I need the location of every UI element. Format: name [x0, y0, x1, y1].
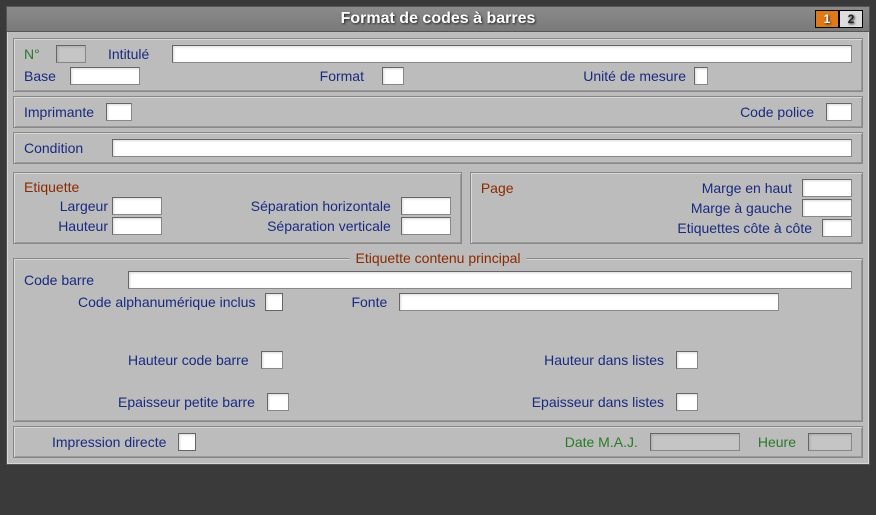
section-contenu: Etiquette contenu principal Code barre C… [13, 258, 863, 422]
marge-haut-label: Marge en haut [702, 180, 792, 196]
alpha-checkbox[interactable] [265, 293, 283, 311]
epaisseur-listes-field[interactable] [676, 393, 698, 411]
sep-h-field[interactable] [401, 197, 451, 215]
section-printer: Imprimante Code police [13, 96, 863, 128]
unite-field[interactable] [694, 67, 708, 85]
section-condition: Condition [13, 132, 863, 164]
section-etiquette: Etiquette Largeur Séparation horizontale… [13, 172, 462, 244]
etiquette-heading: Etiquette [24, 179, 451, 195]
marge-gauche-field[interactable] [802, 199, 852, 217]
marge-gauche-label: Marge à gauche [691, 200, 792, 216]
condition-label: Condition [24, 140, 108, 156]
titlebar: Format de codes à barres 1 2 [7, 7, 869, 32]
window: Format de codes à barres 1 2 N° Intitulé… [6, 6, 870, 465]
alpha-label: Code alphanumérique inclus [78, 294, 255, 310]
page-heading: Page [481, 180, 541, 196]
format-field[interactable] [382, 67, 404, 85]
numero-field[interactable] [56, 45, 86, 63]
marge-haut-field[interactable] [802, 179, 852, 197]
code-police-label: Code police [740, 104, 814, 120]
code-barre-label: Code barre [24, 272, 124, 288]
section-page: Page Marge en haut Marge à gauche Etique… [470, 172, 863, 244]
code-police-field[interactable] [826, 103, 852, 121]
hauteur-cb-label: Hauteur code barre [128, 352, 249, 368]
section-general: N° Intitulé Base Format Unité de mesure [13, 38, 863, 92]
hauteur-listes-field[interactable] [676, 351, 698, 369]
date-field[interactable] [650, 433, 740, 451]
imprimante-label: Imprimante [24, 104, 94, 120]
contenu-heading: Etiquette contenu principal [350, 250, 527, 266]
intitule-field[interactable] [172, 45, 852, 63]
intitule-label: Intitulé [108, 46, 168, 62]
date-label: Date M.A.J. [565, 434, 638, 450]
code-barre-field[interactable] [128, 271, 852, 289]
base-field[interactable] [70, 67, 140, 85]
epaisseur-pb-field[interactable] [267, 393, 289, 411]
cote-field[interactable] [822, 219, 852, 237]
impression-checkbox[interactable] [178, 433, 196, 451]
heure-label: Heure [758, 434, 796, 450]
hauteur-field[interactable] [112, 217, 162, 235]
largeur-field[interactable] [112, 197, 162, 215]
format-label: Format [320, 68, 378, 84]
imprimante-field[interactable] [106, 103, 132, 121]
sep-v-field[interactable] [401, 217, 451, 235]
epaisseur-pb-label: Epaisseur petite barre [118, 394, 255, 410]
impression-label: Impression directe [52, 434, 166, 450]
window-title: Format de codes à barres [341, 10, 536, 28]
section-footer: Impression directe Date M.A.J. Heure [13, 426, 863, 458]
unite-label: Unité de mesure [583, 68, 686, 84]
hauteur-listes-label: Hauteur dans listes [544, 352, 664, 368]
condition-field[interactable] [112, 139, 852, 157]
cote-label: Etiquettes côte à côte [677, 220, 812, 236]
sep-h-label: Séparation horizontale [251, 198, 391, 214]
fonte-label: Fonte [351, 294, 387, 310]
fonte-field[interactable] [399, 293, 779, 311]
pager-page-2[interactable]: 2 [839, 10, 863, 28]
sep-v-label: Séparation verticale [267, 218, 391, 234]
largeur-label: Largeur [28, 198, 108, 214]
base-label: Base [24, 68, 66, 84]
hauteur-cb-field[interactable] [261, 351, 283, 369]
pager: 1 2 [815, 10, 863, 28]
epaisseur-listes-label: Epaisseur dans listes [532, 394, 664, 410]
heure-field[interactable] [808, 433, 852, 451]
hauteur-label: Hauteur [28, 218, 108, 234]
pager-page-1[interactable]: 1 [815, 10, 839, 28]
numero-label: N° [24, 46, 52, 62]
